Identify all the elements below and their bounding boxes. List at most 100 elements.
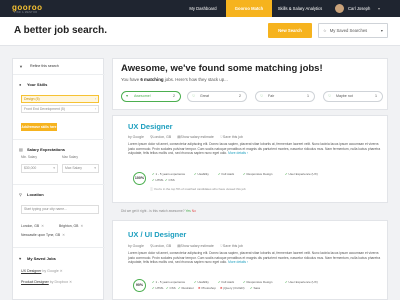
- check-icon: ✔: [194, 172, 197, 176]
- skill-item-front-end[interactable]: Front End Development (5) ›: [21, 105, 99, 113]
- save-job-link[interactable]: Save this job: [223, 135, 243, 139]
- skill-chip-label: Photoshop: [201, 286, 216, 290]
- skill-chip: ✔Responsive Design: [243, 280, 272, 284]
- page-title: A better job search.: [14, 25, 107, 36]
- min-salary-select[interactable]: $30,000 ▾: [21, 164, 58, 173]
- saved-job-item[interactable]: UX Designer by Google ✕: [21, 269, 63, 273]
- avatar[interactable]: [335, 4, 344, 13]
- heart-icon: ♡: [328, 94, 332, 98]
- check-icon: ✔: [218, 172, 221, 176]
- cross-icon: ✖: [220, 286, 223, 290]
- feedback-no-button[interactable]: No: [192, 209, 196, 213]
- location-placeholder: Start typing your city name...: [24, 207, 67, 211]
- nav-my-dashboard[interactable]: My Dashboard: [180, 0, 226, 17]
- hint-text: You're in the top 5% of matched candidat…: [153, 187, 246, 191]
- skill-chip: ✔HTML: [152, 178, 164, 182]
- job-meta: by Google ⚲London, GB ▤Show salary estim…: [128, 244, 243, 248]
- check-icon: ✔: [285, 280, 288, 284]
- job-desc-line: Lorem ipsum dolor sit amet, consectetur …: [128, 251, 349, 255]
- close-icon[interactable]: ✕: [80, 224, 83, 228]
- skill-chip-label: Full stack: [221, 172, 235, 176]
- check-icon: ✔: [166, 286, 169, 290]
- skill-chip: ✔User Experience (UX): [285, 172, 318, 176]
- skill-chip-label: CSS: [169, 286, 176, 290]
- skill-chip-label: HTML: [155, 178, 164, 182]
- check-icon: ✔: [285, 172, 288, 176]
- skill-chip-label: Usability: [197, 172, 209, 176]
- job-desc-line: Lorem ipsum dolor sit amet, consectetur …: [128, 142, 349, 146]
- job-description: Lorem ipsum dolor sit amet, consectetur …: [128, 142, 382, 156]
- nav-skills-salary-analytics[interactable]: Skills & Salary Analytics: [272, 0, 328, 17]
- check-icon: ✔: [152, 172, 155, 176]
- saved-job-item[interactable]: Product Designer by Dropbox ✕: [21, 280, 72, 284]
- subtitle-post: jobs. Here's how they stack up...: [163, 77, 228, 82]
- saved-searches-dropdown[interactable]: ☆ My Saved Searches ▾: [318, 23, 388, 38]
- subtitle-count: 6 matching: [140, 77, 164, 82]
- skill-chip-label: User Experience (UX): [288, 172, 318, 176]
- skill-chip: ✖Photoshop: [198, 286, 216, 290]
- filter-maybe-not[interactable]: ♡ Maybe not 1: [323, 91, 383, 102]
- saved-job-title[interactable]: UX Designer: [21, 269, 41, 273]
- new-search-button[interactable]: New Search: [268, 23, 312, 38]
- job-location: London, GB: [152, 135, 172, 139]
- skill-chip-label: Responsive Design: [246, 280, 273, 284]
- close-icon[interactable]: ✕: [62, 233, 65, 237]
- skills-heading: Your Skills: [27, 82, 48, 87]
- check-icon: ✔: [218, 280, 221, 284]
- match-score-ring: 100%: [133, 172, 146, 185]
- check-icon: ✔: [243, 172, 246, 176]
- divider: [13, 247, 105, 248]
- job-company: by Google: [128, 244, 144, 248]
- skill-chip-label: Usability: [197, 280, 209, 284]
- filter-great[interactable]: ♡ Great 2: [187, 91, 247, 102]
- feedback-yes-button[interactable]: Yes: [185, 209, 190, 213]
- skill-chip: ✔CSS: [165, 178, 175, 182]
- check-icon: ✔: [194, 280, 197, 284]
- filter-fair[interactable]: ♡ Fair 1: [255, 91, 315, 102]
- star-icon: ☆: [323, 28, 327, 33]
- check-icon: ✔: [152, 286, 155, 290]
- job-meta: by Google ⚲London, GB ▤Show salary estim…: [128, 135, 243, 139]
- user-name[interactable]: Carl Joseph: [348, 0, 370, 17]
- show-salary-link[interactable]: Show salary estimate: [181, 135, 214, 139]
- skill-item-design[interactable]: Design (5) ›: [21, 95, 99, 103]
- save-job-link[interactable]: Save this job: [223, 244, 243, 248]
- skill-chip-label: 1 - 5 years experience: [155, 172, 186, 176]
- max-salary-value: Max Salary: [65, 166, 82, 170]
- skill-chip-label: Illustrator: [181, 286, 194, 290]
- location-input[interactable]: Start typing your city name...: [21, 205, 99, 214]
- money-icon: ▤: [19, 147, 23, 152]
- filter-count: 2: [239, 94, 241, 98]
- job-title-link[interactable]: UX Designer: [128, 122, 173, 131]
- check-icon: ✔: [250, 286, 253, 290]
- heart-icon: ♡: [192, 94, 196, 98]
- skill-chip: ✔Usability: [194, 172, 209, 176]
- filter-label: Maybe not: [336, 94, 353, 98]
- filter-label: Fair: [268, 94, 275, 98]
- location-tag-label: Brighton, GB: [59, 224, 79, 228]
- max-salary-select[interactable]: Max Salary ▾: [62, 164, 99, 173]
- close-icon[interactable]: ✕: [69, 280, 72, 284]
- show-salary-link[interactable]: Show salary estimate: [181, 244, 214, 248]
- nav-gooroo-match[interactable]: Gooroo Match: [226, 0, 272, 17]
- feedback-question: Did we get it right - is this match awes…: [121, 209, 185, 213]
- skill-chip-label: User Experience (UX): [288, 280, 318, 284]
- refine-sidebar: ▼ Refine this search ● Your Skills Desig…: [12, 58, 105, 300]
- match-score-ring: 90%: [133, 279, 146, 292]
- close-icon[interactable]: ✕: [41, 224, 44, 228]
- skill-chip: ✔Full stack: [218, 172, 234, 176]
- more-details-link[interactable]: More details ›: [228, 260, 248, 264]
- more-details-link[interactable]: More details ›: [228, 151, 248, 155]
- filter-awesome[interactable]: ♥ Awesome! 2: [121, 91, 181, 102]
- chevron-down-icon: ▾: [94, 166, 96, 170]
- filter-count: 1: [307, 94, 309, 98]
- max-salary-label: Max Salary: [62, 155, 78, 159]
- refine-heading: Refine this search: [30, 64, 59, 68]
- add-remove-skills-button[interactable]: Add/remove skills here: [21, 123, 57, 131]
- match-feedback: Did we get it right - is this match awes…: [121, 209, 196, 213]
- heart-icon: ♥: [126, 94, 129, 98]
- close-icon[interactable]: ✕: [60, 269, 63, 273]
- job-title-link[interactable]: UX / UI Designer: [128, 230, 186, 239]
- chevron-down-icon[interactable]: ▾: [378, 0, 380, 17]
- saved-job-title[interactable]: Product Designer: [21, 280, 49, 284]
